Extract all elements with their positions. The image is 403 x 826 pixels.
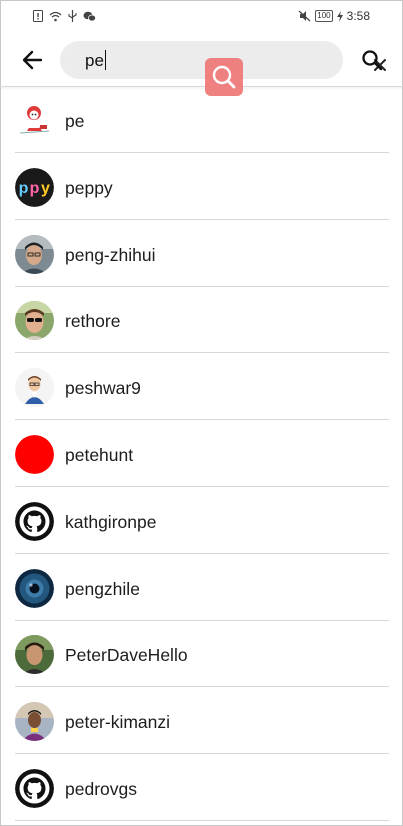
username: petehunt bbox=[65, 445, 134, 465]
search-query-text: pe bbox=[85, 51, 104, 70]
username: peppy bbox=[65, 177, 113, 198]
search-button[interactable] bbox=[358, 46, 386, 74]
list-item[interactable]: PeterDaveHello bbox=[0, 621, 403, 688]
list-item[interactable]: petehunt bbox=[0, 421, 403, 488]
svg-text:y: y bbox=[41, 180, 50, 197]
search-icon bbox=[362, 50, 383, 71]
list-item[interactable]: peng-zhihui bbox=[0, 221, 403, 288]
search-field[interactable]: pe bbox=[60, 41, 386, 79]
list-item[interactable]: rethore bbox=[0, 287, 403, 354]
github-logo-avatar bbox=[15, 769, 54, 808]
list-item[interactable]: pedrovgs bbox=[0, 755, 403, 822]
status-bar: 100 3:58 bbox=[0, 0, 403, 34]
charging-icon bbox=[336, 10, 343, 22]
search-input[interactable]: pe bbox=[85, 50, 285, 71]
search-icon bbox=[212, 65, 236, 89]
sim-alert-icon bbox=[33, 10, 43, 22]
person-photo-avatar bbox=[15, 702, 54, 742]
username: pe bbox=[65, 111, 85, 131]
status-icons-left bbox=[33, 10, 96, 22]
back-button[interactable] bbox=[19, 46, 47, 74]
username: pengzhile bbox=[65, 578, 140, 599]
wechat-icon bbox=[83, 11, 96, 21]
person-photo-avatar bbox=[15, 234, 54, 274]
list-item[interactable]: pengzhile bbox=[0, 555, 403, 622]
ppy-logo-avatar: p p y bbox=[15, 167, 54, 207]
svg-text:p: p bbox=[30, 180, 40, 197]
wifi-icon bbox=[49, 11, 62, 21]
list-item[interactable]: p p y peppy bbox=[0, 154, 403, 221]
list-item[interactable]: peter-kimanzi bbox=[0, 688, 403, 755]
mascot-avatar bbox=[15, 101, 54, 140]
sunglasses-photo-avatar bbox=[15, 301, 54, 341]
username: kathgironpe bbox=[65, 511, 157, 532]
svg-text:p: p bbox=[19, 180, 29, 197]
red-circle-avatar bbox=[15, 435, 54, 474]
username: pedrovgs bbox=[65, 779, 137, 799]
search-toolbar: pe bbox=[0, 34, 403, 86]
list-item[interactable]: kathgironpe bbox=[0, 488, 403, 555]
username: rethore bbox=[65, 311, 121, 332]
blue-eye-avatar bbox=[15, 568, 54, 608]
battery-indicator: 100 bbox=[315, 10, 333, 22]
cartoon-avatar bbox=[15, 368, 54, 408]
floating-search-overlay[interactable] bbox=[205, 58, 243, 96]
usb-icon bbox=[68, 10, 77, 22]
row-divider bbox=[15, 820, 389, 821]
username: peng-zhihui bbox=[65, 244, 156, 265]
status-icons-right: 100 3:58 bbox=[298, 9, 370, 23]
username: peshwar9 bbox=[65, 378, 141, 399]
status-time: 3:58 bbox=[346, 9, 370, 23]
list-item[interactable]: pe bbox=[0, 87, 403, 154]
list-item[interactable]: peshwar9 bbox=[0, 354, 403, 421]
username: peter-kimanzi bbox=[65, 712, 171, 733]
github-logo-avatar bbox=[15, 501, 54, 541]
person-photo-avatar bbox=[15, 635, 54, 675]
username: PeterDaveHello bbox=[65, 645, 188, 666]
arrow-left-icon bbox=[22, 50, 43, 70]
mute-icon bbox=[298, 10, 311, 22]
text-caret bbox=[104, 50, 107, 70]
